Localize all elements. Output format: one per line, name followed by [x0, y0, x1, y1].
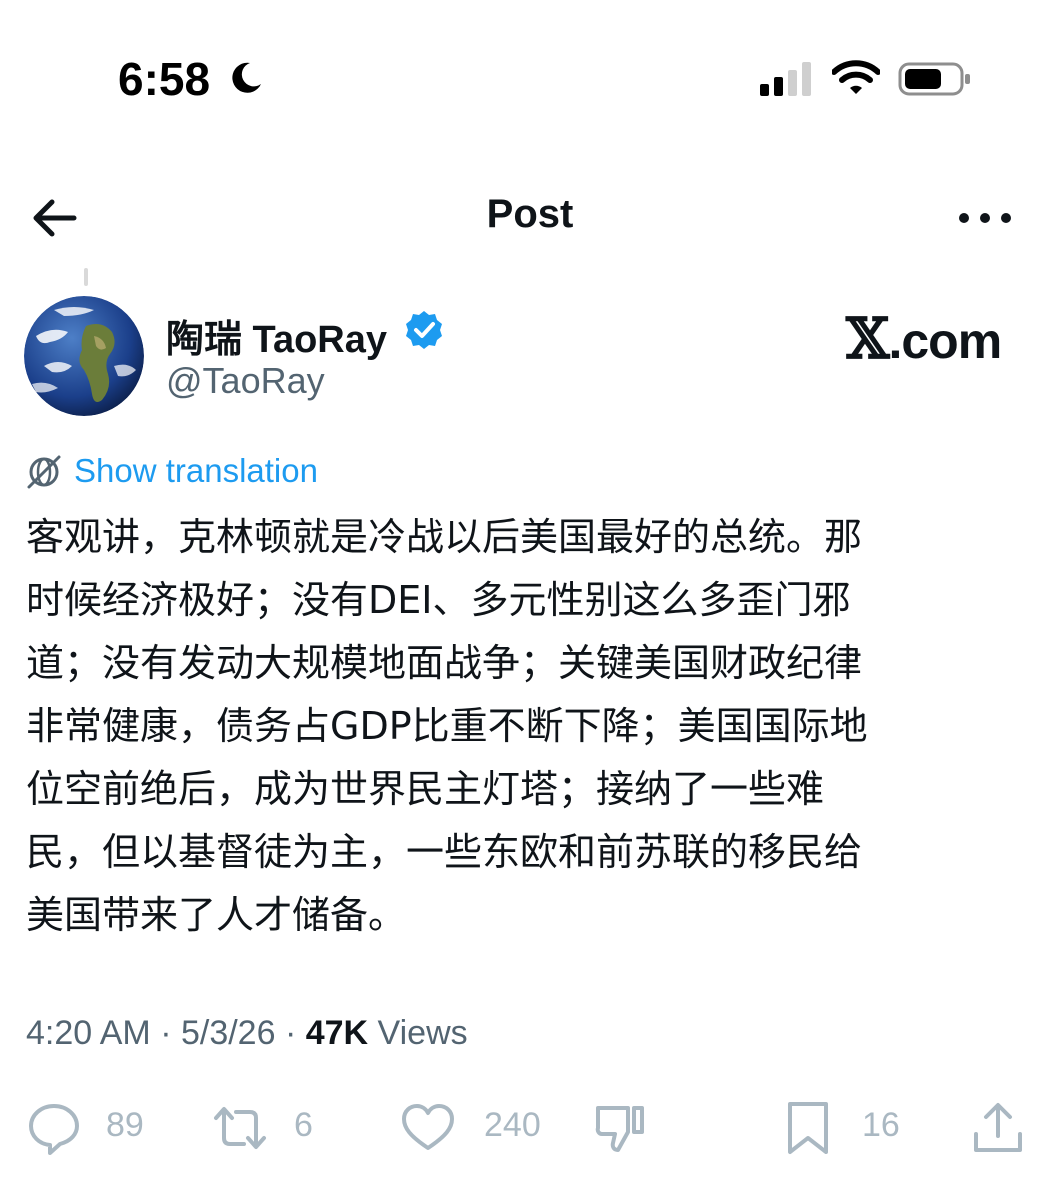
tweet-text-line: 民，但以基督徒为主，一些东欧和前苏联的移民给 — [26, 830, 863, 874]
views-count[interactable]: 47K — [306, 1014, 368, 1052]
user-handle[interactable]: @TaoRay — [166, 360, 325, 402]
x-com-domain: .com — [888, 313, 1002, 369]
x-com-watermark: 𝕏.com — [846, 306, 1002, 372]
like-heart-icon[interactable] — [400, 1100, 456, 1156]
more-options-icon[interactable] — [958, 206, 1012, 230]
tweet-text: 客观讲，克林顿就是冷战以后美国最好的总统。那 时候经济极好；没有DEI、多元性别… — [26, 506, 1036, 947]
views-label: Views — [368, 1014, 468, 1052]
moon-icon — [232, 62, 261, 93]
earth-globe-image — [24, 296, 144, 416]
repost-icon[interactable] — [212, 1100, 268, 1156]
meta-separator: · — [150, 1014, 181, 1052]
bookmark-icon[interactable] — [780, 1100, 836, 1156]
x-logo-glyph: 𝕏 — [846, 306, 889, 372]
battery-icon — [898, 62, 970, 96]
tweet-meta: 4:20 AM · 5/3/26 · 47K Views — [26, 1014, 468, 1053]
globe-slash-icon[interactable] — [26, 454, 62, 490]
repost-count: 6 — [294, 1106, 313, 1144]
wifi-icon — [832, 60, 880, 94]
status-bar-time: 6:58 — [118, 53, 211, 105]
tweet-text-line: 美国带来了人才储备。 — [26, 893, 407, 937]
avatar[interactable] — [24, 296, 144, 416]
tweet-text-line: 非常健康，债务占GDP比重不断下降；美国国际地 — [26, 704, 868, 748]
dislike-icon[interactable] — [592, 1100, 648, 1156]
verified-badge-icon[interactable] — [404, 310, 444, 350]
meta-separator: · — [275, 1014, 306, 1052]
page-title: Post — [486, 192, 574, 236]
bookmark-count: 16 — [862, 1106, 900, 1144]
tweet-text-line: 道；没有发动大规模地面战争；关键美国财政纪律 — [26, 641, 863, 685]
reply-icon[interactable] — [26, 1100, 82, 1156]
cellular-signal-icon — [760, 62, 811, 96]
reply-count: 89 — [106, 1106, 144, 1144]
share-icon[interactable] — [970, 1100, 1026, 1156]
tweet-text-line: 位空前绝后，成为世界民主灯塔；接纳了一些难 — [26, 767, 825, 811]
show-translation-link[interactable]: Show translation — [74, 452, 318, 490]
tweet-text-line: 客观讲，克林顿就是冷战以后美国最好的总统。那 — [26, 515, 863, 559]
tweet-text-line: 时候经济极好；没有DEI、多元性别这么多歪门邪 — [26, 578, 851, 622]
like-count: 240 — [484, 1106, 541, 1144]
tweet-date[interactable]: 5/3/26 — [181, 1014, 276, 1052]
display-name[interactable]: 陶瑞 TaoRay — [166, 308, 387, 363]
thread-line — [84, 268, 88, 286]
tweet-time[interactable]: 4:20 AM — [26, 1014, 151, 1052]
